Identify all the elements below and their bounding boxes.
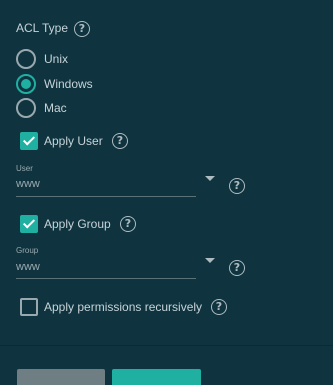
- radio-button[interactable]: [16, 98, 36, 118]
- help-icon[interactable]: ?: [74, 21, 90, 37]
- user-field-caption: User: [16, 164, 33, 173]
- radio-label: Mac: [44, 101, 67, 115]
- help-icon[interactable]: ?: [112, 133, 128, 149]
- chevron-down-icon[interactable]: [205, 258, 215, 263]
- help-icon[interactable]: ?: [229, 260, 245, 276]
- radio-button[interactable]: [16, 74, 36, 94]
- footer-divider: [0, 345, 333, 346]
- help-icon[interactable]: ?: [229, 178, 245, 194]
- checkmark-icon: [22, 216, 36, 229]
- acl-type-label: ACL Type: [16, 21, 69, 35]
- radio-selected-dot: [21, 79, 31, 89]
- apply-group-label: Apply Group: [44, 217, 111, 231]
- save-button[interactable]: [112, 369, 201, 385]
- apply-user-label: Apply User: [44, 134, 103, 148]
- group-field-value: www: [16, 261, 40, 273]
- group-field-underline: [16, 278, 196, 279]
- radio-button[interactable]: [16, 49, 36, 69]
- apply-recursive-label: Apply permissions recursively: [44, 300, 203, 314]
- group-field-caption: Group: [16, 246, 39, 255]
- radio-label: Windows: [44, 77, 93, 91]
- checkbox[interactable]: [20, 132, 38, 150]
- user-field-value: www: [16, 178, 40, 190]
- help-icon[interactable]: ?: [120, 216, 136, 232]
- help-icon[interactable]: ?: [211, 299, 227, 315]
- checkbox[interactable]: [20, 215, 38, 233]
- checkbox[interactable]: [20, 298, 38, 316]
- chevron-down-icon[interactable]: [205, 176, 215, 181]
- radio-label: Unix: [44, 52, 69, 66]
- cancel-button[interactable]: [17, 369, 105, 385]
- user-field-underline: [16, 196, 196, 197]
- checkmark-icon: [22, 133, 36, 146]
